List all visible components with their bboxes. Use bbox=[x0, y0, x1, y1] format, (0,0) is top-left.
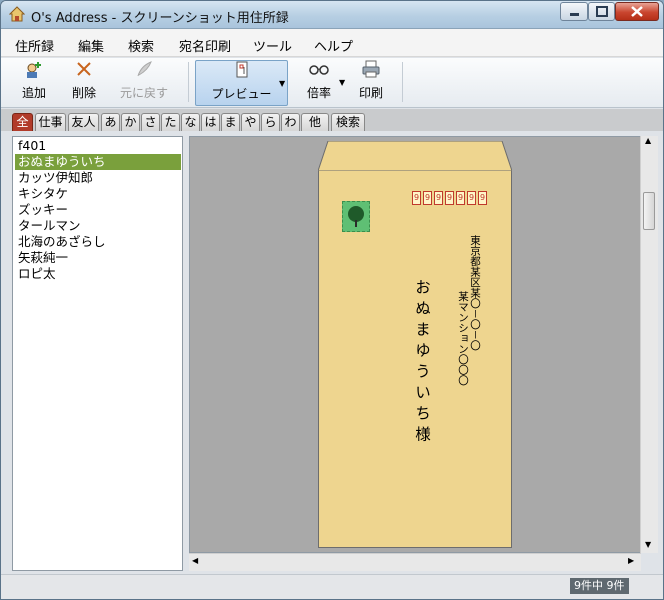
maximize-button[interactable] bbox=[588, 2, 615, 21]
address-line-1: 東京都某区某〇－〇－〇 bbox=[469, 235, 481, 351]
scroll-left-icon[interactable]: ◀ bbox=[192, 556, 198, 565]
minimize-icon bbox=[570, 13, 579, 16]
horizontal-scrollbar[interactable]: ◀ ▶ bbox=[189, 553, 641, 571]
tab-ma[interactable]: ま bbox=[221, 113, 240, 131]
stamp-image bbox=[342, 201, 370, 232]
tab-ta[interactable]: た bbox=[161, 113, 180, 131]
tab-ra[interactable]: ら bbox=[261, 113, 280, 131]
maximize-icon bbox=[596, 6, 608, 17]
list-item[interactable]: タールマン bbox=[15, 218, 181, 234]
close-icon bbox=[631, 6, 643, 17]
tab-ka[interactable]: か bbox=[121, 113, 140, 131]
list-item[interactable]: 北海のあざらし bbox=[15, 234, 181, 250]
window-title: O's Address - スクリーンショット用住所録 bbox=[31, 11, 289, 26]
tab-all[interactable]: 全 bbox=[12, 113, 33, 131]
delete-x-icon bbox=[66, 60, 102, 82]
add-person-icon bbox=[16, 60, 52, 82]
envelope-flap bbox=[318, 141, 512, 172]
list-item[interactable]: キシタケ bbox=[15, 186, 181, 202]
postal-digit: 9 bbox=[456, 191, 465, 205]
status-bar: 9件中 9件 bbox=[1, 574, 663, 599]
tab-friends[interactable]: 友人 bbox=[68, 113, 99, 131]
tab-wa[interactable]: わ bbox=[281, 113, 300, 131]
printer-icon bbox=[353, 60, 389, 82]
menu-help[interactable]: ヘルプ bbox=[314, 36, 353, 55]
toolbar: 追加 削除 元に戻す プレビュー ▼ 倍率 ▼ 印刷 bbox=[1, 58, 663, 108]
postal-digit: 9 bbox=[478, 191, 487, 205]
address-list: f401 おぬまゆういち カッツ伊知郎 キシタケ ズッキー タールマン 北海のあ… bbox=[12, 136, 183, 571]
app-window: O's Address - スクリーンショット用住所録 住所録 編集 検索 宛名… bbox=[0, 0, 664, 600]
index-tab-bar: 全 仕事 友人 あ か さ た な は ま や ら わ 他 検索 bbox=[1, 109, 663, 131]
scroll-down-icon[interactable]: ▼ bbox=[645, 540, 651, 549]
recipient-name: おぬまゆういち様 bbox=[413, 279, 431, 447]
toolbar-separator bbox=[188, 62, 189, 102]
tab-work[interactable]: 仕事 bbox=[35, 113, 66, 131]
menu-tools[interactable]: ツール bbox=[253, 36, 292, 55]
list-item[interactable]: f401 bbox=[15, 138, 181, 154]
record-count: 9件中 9件 bbox=[570, 578, 629, 594]
list-item[interactable]: 矢萩純一 bbox=[15, 250, 181, 266]
tab-search[interactable]: 検索 bbox=[331, 113, 365, 131]
vertical-scrollbar[interactable]: ▲ ▼ bbox=[640, 136, 658, 553]
preview-page-icon bbox=[196, 61, 287, 83]
menu-edit[interactable]: 編集 bbox=[78, 36, 104, 55]
postal-digit: 9 bbox=[467, 191, 476, 205]
undo-button[interactable]: 元に戻す bbox=[116, 60, 172, 106]
postal-digit: 9 bbox=[423, 191, 432, 205]
envelope: 9 9 9 9 9 9 9 東京都某区某〇－〇－〇 某マンション〇〇〇 おぬまゆ… bbox=[318, 141, 512, 548]
list-item[interactable]: カッツ伊知郎 bbox=[15, 170, 181, 186]
address-line-2: 某マンション〇〇〇 bbox=[457, 291, 469, 386]
envelope-preview-pane: 9 9 9 9 9 9 9 東京都某区某〇－〇－〇 某マンション〇〇〇 おぬまゆ… bbox=[189, 136, 641, 553]
postal-digit: 9 bbox=[445, 191, 454, 205]
menu-search[interactable]: 検索 bbox=[128, 36, 154, 55]
zoom-dropdown-arrow-icon[interactable]: ▼ bbox=[339, 78, 345, 87]
add-button[interactable]: 追加 bbox=[16, 60, 52, 106]
menu-address-book[interactable]: 住所録 bbox=[15, 36, 54, 55]
scroll-thumb[interactable] bbox=[643, 192, 655, 230]
delete-button[interactable]: 削除 bbox=[66, 60, 102, 106]
tab-na[interactable]: な bbox=[181, 113, 200, 131]
title-bar: O's Address - スクリーンショット用住所録 bbox=[1, 1, 663, 29]
print-button[interactable]: 印刷 bbox=[353, 60, 389, 106]
list-item[interactable]: ズッキー bbox=[15, 202, 181, 218]
close-button[interactable] bbox=[615, 2, 659, 21]
toolbar-separator bbox=[402, 62, 403, 102]
scroll-right-icon[interactable]: ▶ bbox=[628, 556, 634, 565]
tree-icon bbox=[348, 206, 364, 227]
postal-digit: 9 bbox=[434, 191, 443, 205]
scroll-up-icon[interactable]: ▲ bbox=[645, 136, 651, 145]
dropdown-arrow-icon[interactable]: ▼ bbox=[279, 79, 285, 88]
menu-label-print[interactable]: 宛名印刷 bbox=[179, 36, 231, 55]
tab-ya[interactable]: や bbox=[241, 113, 260, 131]
tab-a[interactable]: あ bbox=[101, 113, 120, 131]
list-item[interactable]: ロピ太 bbox=[15, 266, 181, 282]
minimize-button[interactable] bbox=[560, 2, 588, 21]
app-house-icon bbox=[9, 6, 25, 22]
tab-sa[interactable]: さ bbox=[141, 113, 160, 131]
tab-other[interactable]: 他 bbox=[301, 113, 329, 131]
glasses-icon bbox=[301, 60, 337, 82]
zoom-button[interactable]: 倍率 bbox=[301, 60, 337, 106]
quill-pen-icon bbox=[116, 60, 172, 82]
preview-button[interactable]: プレビュー ▼ bbox=[195, 60, 288, 106]
list-item-selected[interactable]: おぬまゆういち bbox=[15, 154, 181, 170]
tab-ha[interactable]: は bbox=[201, 113, 220, 131]
menu-bar: 住所録 編集 検索 宛名印刷 ツール ヘルプ bbox=[1, 29, 663, 57]
postal-digit: 9 bbox=[412, 191, 421, 205]
